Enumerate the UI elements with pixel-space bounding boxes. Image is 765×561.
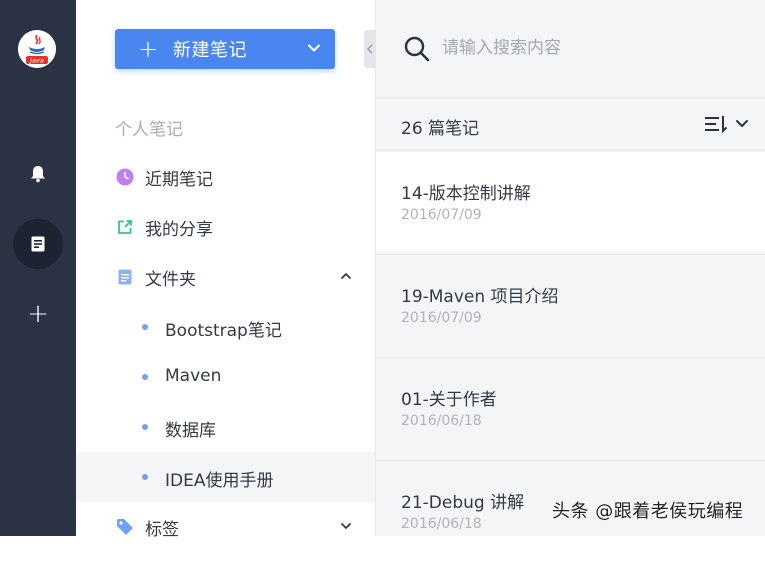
sidebar-item-label: 我的分享 — [145, 219, 213, 240]
sidebar-item-label: 文件夹 — [145, 269, 196, 290]
tag-icon — [116, 518, 134, 536]
bullet-dot-icon — [142, 424, 148, 430]
note-date: 2016/07/09 — [401, 310, 482, 326]
sidebar-item-my-shares[interactable]: 我的分享 — [76, 202, 375, 252]
folder-item-bootstrap[interactable]: Bootstrap笔记 — [76, 302, 375, 352]
note-date: 2016/06/18 — [401, 516, 482, 532]
note-icon — [31, 236, 45, 252]
notes-count: 26 篇笔记 — [401, 119, 480, 139]
plus-icon: + — [137, 35, 159, 63]
note-date: 2016/06/18 — [401, 413, 482, 429]
collapse-sidebar-handle[interactable] — [364, 30, 376, 68]
notes-nav-button[interactable] — [13, 219, 63, 269]
folder-item-database[interactable]: 数据库 — [76, 402, 375, 452]
bullet-dot-icon — [142, 374, 148, 380]
sidebar: + 新建笔记 个人笔记 近期笔记 我的分享 文件夹 Bootstrap笔记 Ma… — [76, 0, 376, 540]
chevron-down-icon[interactable] — [307, 41, 321, 55]
note-title: 21-Debug 讲解 — [401, 493, 525, 513]
share-icon — [116, 218, 134, 236]
folder-icon — [116, 268, 134, 286]
chevron-up-icon[interactable] — [340, 271, 352, 281]
divider — [376, 357, 765, 358]
bullet-dot-icon — [142, 324, 148, 330]
notifications-button[interactable] — [13, 149, 63, 199]
java-logo-text: Java — [28, 57, 44, 65]
folder-item-label: Maven — [165, 366, 222, 386]
sidebar-item-folders[interactable]: 文件夹 — [76, 252, 375, 302]
note-title: 01-关于作者 — [401, 390, 497, 410]
add-button[interactable]: + — [13, 289, 63, 339]
chevron-left-icon — [366, 44, 373, 54]
notes-count-bar: 26 篇笔记 — [376, 99, 765, 151]
note-date: 2016/07/09 — [401, 207, 482, 223]
sidebar-item-tags[interactable]: 标签 — [76, 502, 375, 552]
app-rail: Java + — [0, 0, 76, 536]
sort-icon[interactable] — [704, 114, 750, 134]
bell-icon — [31, 166, 45, 183]
folder-item-maven[interactable]: Maven — [76, 352, 375, 402]
sidebar-item-recent-notes[interactable]: 近期笔记 — [76, 152, 375, 202]
plus-icon: + — [27, 299, 49, 329]
folder-item-label: 数据库 — [165, 421, 216, 441]
notes-panel: 26 篇笔记 14-版本控制讲解 2016/07/09 19-Maven 项目介… — [376, 0, 765, 536]
new-note-label: 新建笔记 — [173, 40, 247, 61]
note-list-item[interactable]: 14-版本控制讲解 2016/07/09 — [376, 152, 765, 252]
chevron-down-icon[interactable] — [340, 521, 352, 531]
note-title: 14-版本控制讲解 — [401, 184, 531, 204]
search-input[interactable] — [440, 33, 740, 63]
folder-item-idea-manual[interactable]: IDEA使用手册 — [76, 452, 375, 502]
sidebar-item-label: 近期笔记 — [145, 169, 213, 190]
watermark: 头条 @跟着老侯玩编程 — [552, 501, 744, 522]
note-title: 19-Maven 项目介绍 — [401, 287, 559, 307]
folder-item-label: IDEA使用手册 — [165, 471, 274, 491]
clock-icon — [116, 168, 134, 186]
divider — [376, 254, 765, 255]
java-logo-avatar[interactable]: Java — [18, 30, 56, 68]
new-note-button[interactable]: + 新建笔记 — [115, 29, 335, 69]
search-bar — [376, 0, 765, 98]
folder-item-label: Bootstrap笔记 — [165, 321, 282, 341]
note-list-item[interactable]: 19-Maven 项目介绍 2016/07/09 — [376, 255, 765, 355]
search-icon[interactable] — [403, 35, 431, 63]
bullet-dot-icon — [142, 474, 148, 480]
note-list-item[interactable]: 01-关于作者 2016/06/18 — [376, 358, 765, 458]
divider — [376, 460, 765, 461]
section-title-personal-notes: 个人笔记 — [115, 120, 183, 140]
